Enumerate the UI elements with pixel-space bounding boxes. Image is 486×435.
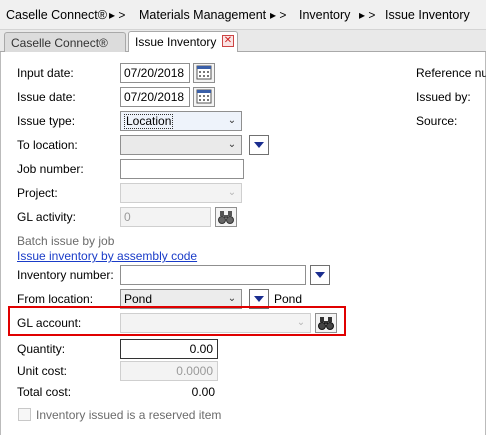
issue-date-label: Issue date: (17, 90, 76, 104)
input-date-label: Input date: (17, 66, 74, 80)
issue-type-value: Location (124, 114, 174, 129)
breadcrumb-separator[interactable]: ▸ > (270, 8, 286, 22)
chevron-down-icon: ⌄ (296, 317, 306, 328)
issue-inventory-form: Input date: 07/20/2018 Issue date: 07/20… (0, 52, 486, 435)
breadcrumb-materials-management[interactable]: Materials Management (139, 8, 266, 22)
reserved-item-label: Inventory issued is a reserved item (36, 408, 222, 422)
project-label: Project: (17, 186, 58, 200)
inventory-number-lookup-button[interactable] (310, 265, 330, 285)
breadcrumb-issue-inventory[interactable]: Issue Inventory (385, 8, 470, 22)
calendar-icon (196, 65, 212, 80)
breadcrumb-caselle-connect[interactable]: Caselle Connect® (6, 8, 107, 22)
tab-label: Caselle Connect® (11, 36, 108, 50)
batch-issue-label: Batch issue by job (17, 234, 115, 248)
gl-activity-label: GL activity: (17, 210, 76, 224)
inventory-number-field[interactable] (120, 265, 306, 285)
issue-by-assembly-link[interactable]: Issue inventory by assembly code (17, 249, 197, 263)
dropdown-arrow-icon (315, 272, 325, 278)
calendar-icon (196, 89, 212, 104)
unit-cost-field: 0.0000 (120, 361, 218, 381)
issue-date-picker-button[interactable] (193, 87, 215, 107)
job-number-field[interactable] (120, 159, 244, 179)
tab-strip: Caselle Connect® Issue Inventory ✕ (0, 30, 486, 52)
breadcrumb-separator[interactable]: ▸ > (109, 8, 125, 22)
job-number-label: Job number: (17, 162, 84, 176)
chevron-down-icon: ⌄ (227, 187, 237, 198)
chevron-down-icon: ⌄ (227, 115, 237, 126)
issue-type-select[interactable]: Location ⌄ (120, 111, 242, 131)
from-location-description: Pond (274, 292, 303, 306)
project-select[interactable]: ⌄ (120, 183, 242, 203)
total-cost-value: 0.00 (191, 385, 215, 399)
dropdown-arrow-icon (254, 296, 264, 302)
issued-by-label: Issued by: (416, 90, 471, 104)
gl-account-label: GL account: (17, 316, 82, 330)
quantity-label: Quantity: (17, 342, 66, 356)
chevron-down-icon: ⌄ (227, 139, 237, 150)
to-location-select[interactable]: ⌄ (120, 135, 242, 155)
from-location-value: Pond (124, 292, 153, 306)
reference-number-label: Reference nur (416, 66, 486, 80)
unit-cost-label: Unit cost: (17, 364, 68, 378)
gl-account-search-button[interactable] (315, 313, 337, 333)
binoculars-icon (318, 317, 334, 330)
gl-activity-search-button[interactable] (215, 207, 237, 227)
input-date-field[interactable]: 07/20/2018 (120, 63, 190, 83)
binoculars-icon (218, 211, 234, 224)
issue-date-field[interactable]: 07/20/2018 (120, 87, 190, 107)
gl-account-select[interactable]: ⌄ (120, 313, 311, 333)
source-label: Source: (416, 114, 458, 128)
dropdown-arrow-icon (254, 142, 264, 148)
tab-issue-inventory[interactable]: Issue Inventory ✕ (128, 31, 238, 52)
gl-activity-field[interactable]: 0 (120, 207, 211, 227)
tab-label: Issue Inventory (135, 35, 217, 49)
tab-caselle-connect[interactable]: Caselle Connect® (4, 32, 126, 52)
close-icon[interactable]: ✕ (222, 35, 234, 47)
breadcrumb: Caselle Connect® ▸ > Materials Managemen… (0, 0, 486, 30)
breadcrumb-inventory[interactable]: Inventory (299, 8, 350, 22)
input-date-picker-button[interactable] (193, 63, 215, 83)
inventory-number-label: Inventory number: (17, 268, 114, 282)
from-location-label: From location: (17, 292, 94, 306)
reserved-item-checkbox[interactable] (18, 408, 31, 421)
breadcrumb-separator[interactable]: ▸ > (359, 8, 375, 22)
to-location-label: To location: (17, 138, 78, 152)
quantity-field[interactable]: 0.00 (120, 339, 218, 359)
issue-type-label: Issue type: (17, 114, 76, 128)
total-cost-label: Total cost: (17, 385, 72, 399)
to-location-lookup-button[interactable] (249, 135, 269, 155)
